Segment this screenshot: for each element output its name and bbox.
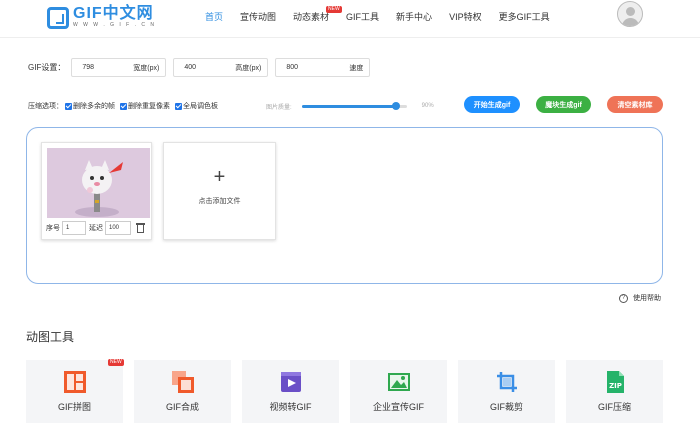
- tool-name: GIF合成: [166, 402, 199, 412]
- tool-gif-compose[interactable]: GIF合成: [134, 360, 231, 423]
- video-icon: [281, 372, 301, 392]
- height-unit: 高度(px): [235, 64, 262, 72]
- width-field[interactable]: 798 宽度(px): [71, 58, 167, 77]
- crop-icon: [497, 372, 517, 392]
- quality-control: 图片质量: 90%: [266, 100, 434, 112]
- logo-subtitle: W W W . G I F . C N: [73, 22, 156, 28]
- frame-card[interactable]: 序号 1 延迟 100: [41, 142, 152, 240]
- delay-input[interactable]: 100: [105, 220, 131, 235]
- checkbox-checked-icon[interactable]: [175, 102, 182, 110]
- quality-label: 图片质量:: [266, 104, 292, 111]
- tool-name: 视频转GIF: [269, 402, 312, 412]
- delay-label: 延迟: [89, 224, 103, 232]
- nav-dynamic-assets-label: 动态素材: [293, 12, 330, 22]
- nav-gif-tools[interactable]: GIF工具: [346, 0, 379, 34]
- frame-thumbnail[interactable]: [47, 148, 150, 218]
- tool-gif-crop[interactable]: GIF裁剪: [458, 360, 555, 423]
- speed-value: 800: [286, 64, 299, 71]
- main-nav: 首页 宣传动图 动态素材 NEW GIF工具 新手中心 VIP特权 更多GIF工…: [205, 0, 567, 34]
- settings-label: GIF设置：: [28, 63, 66, 72]
- tool-gif-compress[interactable]: ZIP GIF压缩: [566, 360, 663, 423]
- compose-icon: [172, 371, 194, 393]
- nav-more-tools[interactable]: 更多GIF工具: [499, 0, 550, 34]
- user-avatar[interactable]: [617, 1, 643, 27]
- height-field[interactable]: 400 高度(px): [173, 58, 269, 77]
- quality-value: 90%: [421, 103, 434, 109]
- nav-beginner-center[interactable]: 新手中心: [396, 0, 432, 34]
- seq-input[interactable]: 1: [62, 220, 86, 235]
- tool-gif-puzzle[interactable]: NEW GIF拼图: [26, 359, 124, 423]
- seq-label: 序号: [46, 224, 60, 232]
- checkbox-checked-icon[interactable]: [65, 102, 72, 110]
- option-remove-pixels[interactable]: 删除重复像素: [120, 101, 170, 111]
- help-label: 使用帮助: [633, 295, 661, 302]
- trash-icon[interactable]: [136, 222, 145, 233]
- tool-enterprise-gif[interactable]: 企业宣传GIF: [350, 360, 447, 423]
- width-unit: 宽度(px): [133, 64, 160, 72]
- new-badge: NEW: [326, 6, 342, 13]
- logo-icon: [47, 6, 69, 29]
- checkbox-checked-icon[interactable]: [120, 102, 127, 110]
- zip-icon: ZIP: [607, 371, 624, 393]
- start-generate-button[interactable]: 开始生成gif: [464, 96, 520, 113]
- option-global-palette[interactable]: 全局调色板: [175, 101, 218, 111]
- help-icon: ?: [619, 293, 628, 303]
- magic-generate-button[interactable]: 魔块生成gif: [536, 96, 591, 113]
- plus-icon: +: [213, 166, 226, 188]
- speed-unit: 速度: [349, 64, 364, 72]
- width-value: 798: [82, 64, 95, 71]
- option-remove-frames[interactable]: 删除多余的帧: [65, 101, 115, 111]
- top-header: GIF中文网 W W W . G I F . C N 首页 宣传动图 动态素材 …: [0, 0, 700, 38]
- clear-library-button[interactable]: 清空素材库: [607, 96, 663, 113]
- image-icon: [388, 373, 410, 391]
- tools-section-title: 动图工具: [26, 330, 75, 344]
- tool-name: 企业宣传GIF: [373, 402, 424, 412]
- tools-list: NEW GIF拼图 GIF合成 视频转GIF 企业宣传GIF GIF裁剪 ZIP…: [26, 359, 674, 423]
- puzzle-icon: [64, 371, 86, 393]
- svg-text:ZIP: ZIP: [609, 382, 622, 390]
- nav-dynamic-assets[interactable]: 动态素材 NEW: [293, 0, 342, 34]
- upload-area[interactable]: 序号 1 延迟 100 + 点击添加文件: [26, 127, 663, 284]
- tool-video-to-gif[interactable]: 视频转GIF: [242, 360, 339, 423]
- tool-name: GIF裁剪: [490, 402, 523, 412]
- compress-label: 压缩选项：: [28, 103, 63, 110]
- gif-settings: GIF设置： 798 宽度(px) 400 高度(px) 800 速度: [28, 58, 377, 77]
- add-file-card[interactable]: + 点击添加文件: [163, 142, 276, 240]
- help-link[interactable]: ? 使用帮助: [619, 293, 661, 303]
- frame-meta: 序号 1 延迟 100: [46, 220, 145, 235]
- add-file-label: 点击添加文件: [198, 198, 241, 205]
- compress-options: 压缩选项： 删除多余的帧 删除重复像素 全局调色板: [28, 99, 223, 113]
- nav-home[interactable]: 首页: [205, 0, 223, 34]
- tool-name: GIF压缩: [598, 402, 631, 412]
- site-logo[interactable]: GIF中文网 W W W . G I F . C N: [47, 6, 156, 29]
- nav-promo-gifs[interactable]: 宣传动图: [240, 0, 276, 34]
- nav-vip[interactable]: VIP特权: [449, 0, 482, 34]
- tool-name: GIF拼图: [58, 402, 91, 412]
- speed-field[interactable]: 800 速度: [275, 58, 371, 77]
- quality-slider[interactable]: [301, 101, 407, 110]
- logo-title: GIF中文网: [73, 5, 154, 22]
- cat-figurine-image: [47, 148, 150, 218]
- new-badge: NEW: [108, 359, 124, 366]
- slider-handle[interactable]: [392, 101, 401, 110]
- height-value: 400: [184, 64, 197, 71]
